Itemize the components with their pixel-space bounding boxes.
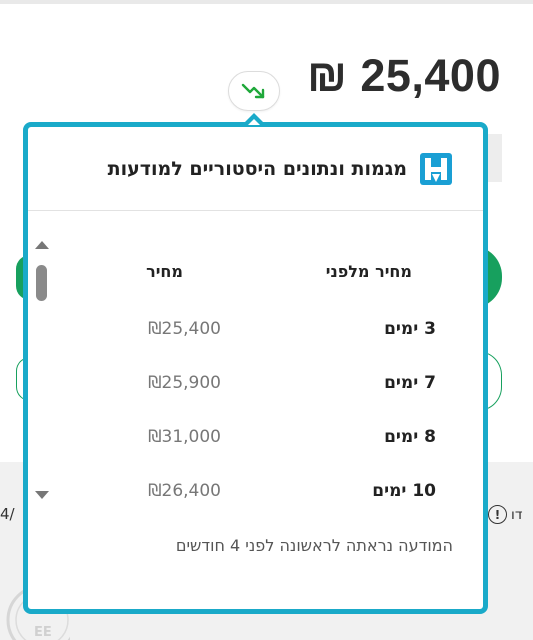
popup-header: מגמות ונתונים היסטוריים למודעות [28, 127, 483, 211]
listing-price: ₪ 25,400 [307, 50, 501, 101]
history-row: 10 ימים ₪26,400 [28, 481, 483, 505]
trending-down-icon [241, 83, 265, 99]
scroll-up-arrow-icon[interactable] [35, 241, 49, 249]
row-ago: 10 ימים [372, 481, 436, 501]
info-icon: ! [488, 505, 507, 524]
popup-scrollbar[interactable] [30, 239, 52, 501]
report-link[interactable]: ! דו [488, 505, 522, 524]
listing-meta-fragment: 4/ [0, 505, 15, 523]
row-price: ₪31,000 [148, 427, 221, 447]
popup-arrow-inner [248, 119, 260, 125]
history-row: 3 ימים ₪25,400 [28, 319, 483, 343]
row-price: ₪25,400 [148, 319, 221, 339]
svg-text:EE: EE [34, 625, 52, 640]
report-link-text: דו [511, 506, 523, 523]
row-ago: 7 ימים [384, 373, 436, 393]
column-header-ago: מחיר מלפני [325, 262, 412, 281]
scroll-thumb[interactable] [36, 265, 47, 301]
row-price: ₪26,400 [148, 481, 221, 501]
history-row: 8 ימים ₪31,000 [28, 427, 483, 451]
row-ago: 3 ימים [384, 319, 436, 339]
h-brand-logo-icon [420, 152, 452, 185]
popup-title: מגמות ונתונים היסטוריים למודעות [107, 157, 407, 180]
price-trend-button[interactable] [228, 71, 280, 111]
price-history-popup: מגמות ונתונים היסטוריים למודעות מחיר מלפ… [23, 122, 488, 614]
column-header-price: מחיר [146, 262, 183, 281]
history-row: 7 ימים ₪25,900 [28, 373, 483, 397]
row-price: ₪25,900 [148, 373, 221, 393]
first-seen-note: המודעה נראתה לראשונה לפני 4 חודשים [175, 536, 453, 555]
row-ago: 8 ימים [384, 427, 436, 447]
